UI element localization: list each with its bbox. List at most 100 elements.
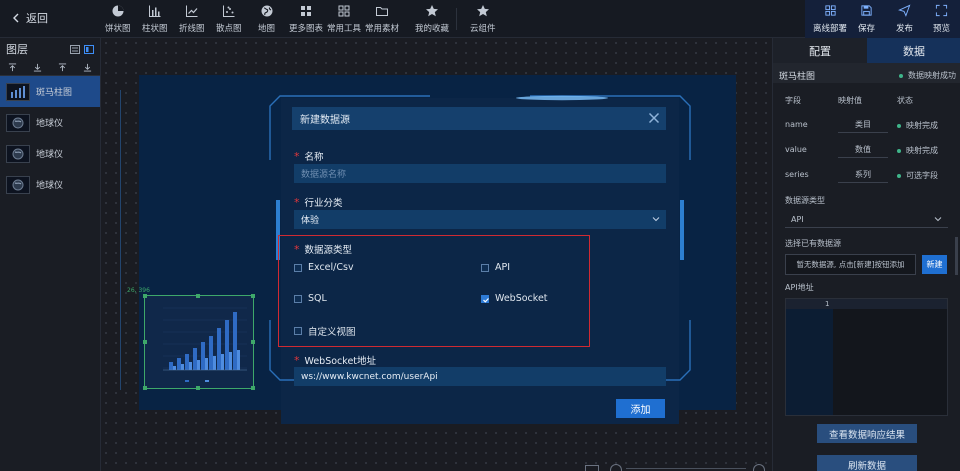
checkbox[interactable] bbox=[481, 263, 489, 272]
resize-handle[interactable] bbox=[143, 386, 147, 390]
checkbox[interactable] bbox=[294, 327, 302, 335]
resize-handle[interactable] bbox=[251, 340, 255, 344]
modal-header: 新建数据源 bbox=[292, 107, 666, 130]
resize-handle[interactable] bbox=[251, 294, 255, 298]
layer-item[interactable]: 斑马柱图 bbox=[0, 76, 100, 107]
save-icon bbox=[861, 5, 872, 16]
fit-screen-button[interactable] bbox=[585, 465, 599, 471]
layer-panel-title: 图层 bbox=[6, 43, 28, 56]
resize-handle[interactable] bbox=[143, 294, 147, 298]
panel-scrollbar[interactable] bbox=[955, 237, 958, 275]
zoom-slider[interactable] bbox=[626, 468, 746, 469]
tool-common-tools[interactable]: 常用工具 bbox=[327, 4, 361, 34]
existing-datasource-field[interactable]: 暂无数据源, 点击[新建]按钮添加 bbox=[785, 254, 916, 275]
tool-line-chart[interactable]: 折线图 bbox=[179, 4, 205, 34]
view-response-button[interactable]: 查看数据响应结果 bbox=[817, 424, 917, 443]
publish-button[interactable]: 发布 bbox=[896, 4, 913, 34]
tool-common-assets[interactable]: 常用素材 bbox=[365, 4, 399, 34]
new-datasource-button[interactable]: 新建 bbox=[922, 255, 947, 274]
tool-pie-chart[interactable]: 饼状图 bbox=[105, 4, 131, 34]
websocket-url-label: * WebSocket地址 bbox=[294, 354, 377, 367]
editor-active-line bbox=[786, 299, 947, 309]
tab-config[interactable]: 配置 bbox=[773, 38, 867, 63]
thumbnail-view-icon[interactable] bbox=[84, 44, 94, 54]
move-bottom-icon[interactable] bbox=[33, 63, 42, 72]
layer-panel: 图层 斑马柱图 地球仪 地球仪 地球仪 bbox=[0, 38, 101, 471]
resize-handle[interactable] bbox=[143, 340, 147, 344]
layer-item[interactable]: 地球仪 bbox=[0, 138, 100, 169]
preview-button[interactable]: 预览 bbox=[933, 4, 950, 34]
name-input[interactable]: 数据源名称 bbox=[294, 164, 666, 183]
datasource-type-value: API bbox=[791, 214, 804, 224]
status-dot bbox=[897, 148, 901, 153]
layer-item[interactable]: 地球仪 bbox=[0, 169, 100, 200]
tool-scatter-chart[interactable]: 散点图 bbox=[216, 4, 242, 34]
move-down-icon[interactable] bbox=[83, 63, 92, 72]
zoom-in-button[interactable] bbox=[753, 464, 765, 471]
name-label: * 名称 bbox=[294, 150, 324, 163]
add-button[interactable]: 添加 bbox=[616, 399, 665, 418]
option-custom-view[interactable]: 自定义视图 bbox=[294, 324, 356, 338]
field-name: series bbox=[785, 170, 809, 179]
tab-data[interactable]: 数据 bbox=[867, 38, 960, 63]
checkbox[interactable] bbox=[294, 294, 302, 303]
send-icon bbox=[898, 4, 911, 17]
check-icon bbox=[483, 297, 489, 303]
status-dot bbox=[897, 123, 901, 128]
datasource-type-select[interactable]: API bbox=[785, 211, 948, 228]
tool-label: 常用工具 bbox=[327, 24, 362, 34]
websocket-url-input[interactable]: ws://www.kwcnet.com/userApi bbox=[294, 367, 666, 386]
api-url-editor[interactable]: 1 bbox=[785, 298, 948, 416]
save-button[interactable]: 保存 bbox=[858, 4, 875, 34]
resize-handle[interactable] bbox=[196, 386, 200, 390]
field-name: name bbox=[785, 120, 808, 129]
checkbox-checked[interactable] bbox=[481, 294, 489, 303]
layer-item[interactable]: 地球仪 bbox=[0, 107, 100, 138]
folder-icon bbox=[376, 7, 388, 16]
layer-label: 地球仪 bbox=[36, 119, 64, 129]
close-icon[interactable] bbox=[648, 112, 660, 124]
tool-label: 云组件 bbox=[470, 24, 496, 34]
map-value-input[interactable]: 类目 bbox=[838, 116, 888, 133]
grid-tools-icon bbox=[338, 5, 350, 17]
map-status: 可选字段 bbox=[897, 170, 938, 181]
col-map-header: 映射值 bbox=[838, 96, 862, 105]
bar-chart-icon bbox=[148, 5, 161, 17]
refresh-data-button[interactable]: 刷新数据 bbox=[817, 455, 917, 471]
tool-more-charts[interactable]: 更多图表 bbox=[289, 4, 323, 34]
map-value-input[interactable]: 系列 bbox=[838, 166, 888, 183]
option-api[interactable]: API bbox=[481, 262, 510, 273]
grid-icon bbox=[824, 5, 836, 16]
resize-handle[interactable] bbox=[196, 294, 200, 298]
globe-icon bbox=[261, 5, 272, 17]
tool-cloud-components[interactable]: 云组件 bbox=[470, 4, 496, 34]
back-button[interactable]: 返回 bbox=[12, 10, 48, 26]
zoom-out-button[interactable] bbox=[610, 464, 622, 471]
tool-map[interactable]: 地图 bbox=[258, 4, 275, 34]
option-excel-csv[interactable]: Excel/Csv bbox=[294, 262, 354, 273]
tool-label: 我的收藏 bbox=[415, 24, 450, 34]
tool-favorites[interactable]: 我的收藏 bbox=[415, 4, 449, 34]
industry-label: * 行业分类 bbox=[294, 196, 343, 209]
option-sql[interactable]: SQL bbox=[294, 293, 327, 304]
component-name: 斑马柱图 bbox=[779, 72, 816, 82]
field-name: value bbox=[785, 145, 807, 154]
offline-deploy-button[interactable]: 离线部署 bbox=[813, 4, 847, 34]
chevron-down-icon bbox=[934, 217, 942, 222]
tool-label: 柱状图 bbox=[142, 24, 168, 34]
tool-bar-chart[interactable]: 柱状图 bbox=[142, 4, 168, 34]
selected-bar-chart-widget[interactable] bbox=[143, 294, 255, 390]
move-top-icon[interactable] bbox=[8, 63, 17, 72]
checkbox[interactable] bbox=[294, 263, 302, 272]
industry-select[interactable]: 体验 bbox=[294, 210, 666, 229]
tool-label: 折线图 bbox=[179, 24, 205, 34]
map-value-input[interactable]: 数值 bbox=[838, 141, 888, 158]
move-up-icon[interactable] bbox=[58, 63, 67, 72]
option-websocket[interactable]: WebSocket bbox=[481, 293, 548, 304]
list-view-icon[interactable] bbox=[70, 44, 80, 54]
status-dot bbox=[897, 173, 901, 178]
back-label: 返回 bbox=[26, 12, 48, 25]
guide-line bbox=[120, 90, 121, 390]
map-status: 映射完成 bbox=[897, 120, 938, 131]
resize-handle[interactable] bbox=[251, 386, 255, 390]
